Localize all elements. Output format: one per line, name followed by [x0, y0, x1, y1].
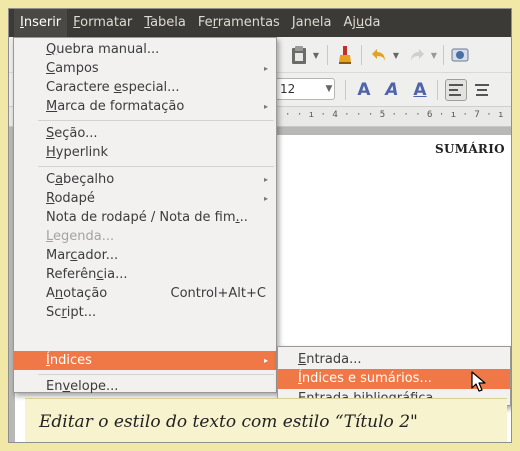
menu-ajuda[interactable]: Ajuda	[337, 9, 386, 37]
redo-dropdown-icon[interactable]: ▼	[429, 44, 439, 66]
toolbar-separator	[345, 80, 346, 100]
submenu-item-entrada[interactable]: Entrada...	[278, 350, 510, 370]
menu-item-campos[interactable]: Campos ▸	[14, 59, 276, 78]
menu-janela[interactable]: Janela	[286, 9, 338, 37]
navigator-icon[interactable]	[449, 44, 471, 66]
menu-item-secao[interactable]: Seção...	[14, 124, 276, 143]
mouse-pointer-icon	[471, 371, 486, 392]
menu-item-rodape[interactable]: Rodapé ▸	[14, 189, 276, 208]
document-heading: SUMÁRIO	[435, 142, 505, 156]
menubar: Inserir Formatar Tabela Ferramentas Jane…	[9, 9, 511, 37]
submenu-arrow-icon: ▸	[263, 356, 268, 365]
menu-item-caractere-especial[interactable]: Caractere especial...	[14, 78, 276, 97]
undo-dropdown-icon[interactable]: ▼	[391, 44, 401, 66]
paste-dropdown-icon[interactable]: ▼	[311, 44, 321, 66]
menu-separator	[38, 120, 274, 121]
align-center-icon[interactable]	[471, 79, 493, 101]
menu-item-legenda[interactable]: Legenda...	[14, 227, 276, 246]
submenu-arrow-icon: ▸	[263, 194, 268, 203]
align-left-icon[interactable]	[445, 79, 467, 101]
redo-icon[interactable]	[407, 44, 427, 66]
menu-separator	[38, 166, 274, 167]
menu-item-quebra-manual[interactable]: Quebra manual...	[14, 40, 276, 59]
menu-item-marcador[interactable]: Marcador...	[14, 246, 276, 265]
ruler-ticks: · · ı · 4 · · · 5 · · · 6 · ı · 7 · ı · …	[285, 110, 511, 120]
menu-formatar[interactable]: Formatar	[67, 9, 138, 37]
menu-item-referencia[interactable]: Referência...	[14, 265, 276, 284]
bold-button[interactable]: A	[353, 79, 375, 101]
shortcut-label: Control+Alt+C	[170, 286, 266, 301]
libreoffice-writer-window: Inserir Formatar Tabela Ferramentas Jane…	[8, 8, 512, 443]
italic-button[interactable]: A	[381, 79, 403, 101]
inserir-dropdown-menu: Quebra manual... Campos ▸ Caractere espec…	[13, 37, 277, 396]
menu-inserir[interactable]: Inserir	[14, 9, 68, 37]
menu-item-hyperlink[interactable]: Hyperlink	[14, 143, 276, 162]
underline-button[interactable]: A	[409, 79, 431, 101]
submenu-arrow-icon: ▸	[263, 175, 268, 184]
clone-formatting-icon[interactable]	[335, 44, 355, 66]
menu-item-nota-de-rodape[interactable]: Nota de rodapé / Nota de fim...	[14, 208, 276, 227]
toolbar-separator	[437, 80, 438, 100]
paste-icon[interactable]	[289, 44, 309, 66]
menu-item-cabecalho[interactable]: Cabeçalho ▸	[14, 170, 276, 189]
undo-icon[interactable]	[369, 44, 389, 66]
toolbar-separator	[443, 45, 444, 65]
toolbar-separator	[361, 45, 362, 65]
menu-ferramentas[interactable]: Ferramentas	[192, 9, 286, 37]
tutorial-caption: Editar o estilo do texto com estilo “Tít…	[25, 398, 507, 442]
menu-item-indices[interactable]: Índices ▸	[14, 351, 276, 370]
submenu-arrow-icon: ▸	[263, 102, 268, 111]
menu-separator	[38, 374, 274, 375]
menu-item-anotacao[interactable]: Anotação Control+Alt+C	[14, 284, 276, 303]
chevron-down-icon[interactable]: ▼	[323, 79, 335, 99]
menu-item-envelope[interactable]: Envelope...	[14, 377, 276, 396]
menu-tabela[interactable]: Tabela	[138, 9, 192, 37]
menu-item-script[interactable]: Script...	[14, 303, 276, 322]
submenu-arrow-icon: ▸	[263, 64, 268, 73]
menu-item-marca-de-formatacao[interactable]: Marca de formatação ▸	[14, 97, 276, 116]
toolbar-separator	[327, 45, 328, 65]
